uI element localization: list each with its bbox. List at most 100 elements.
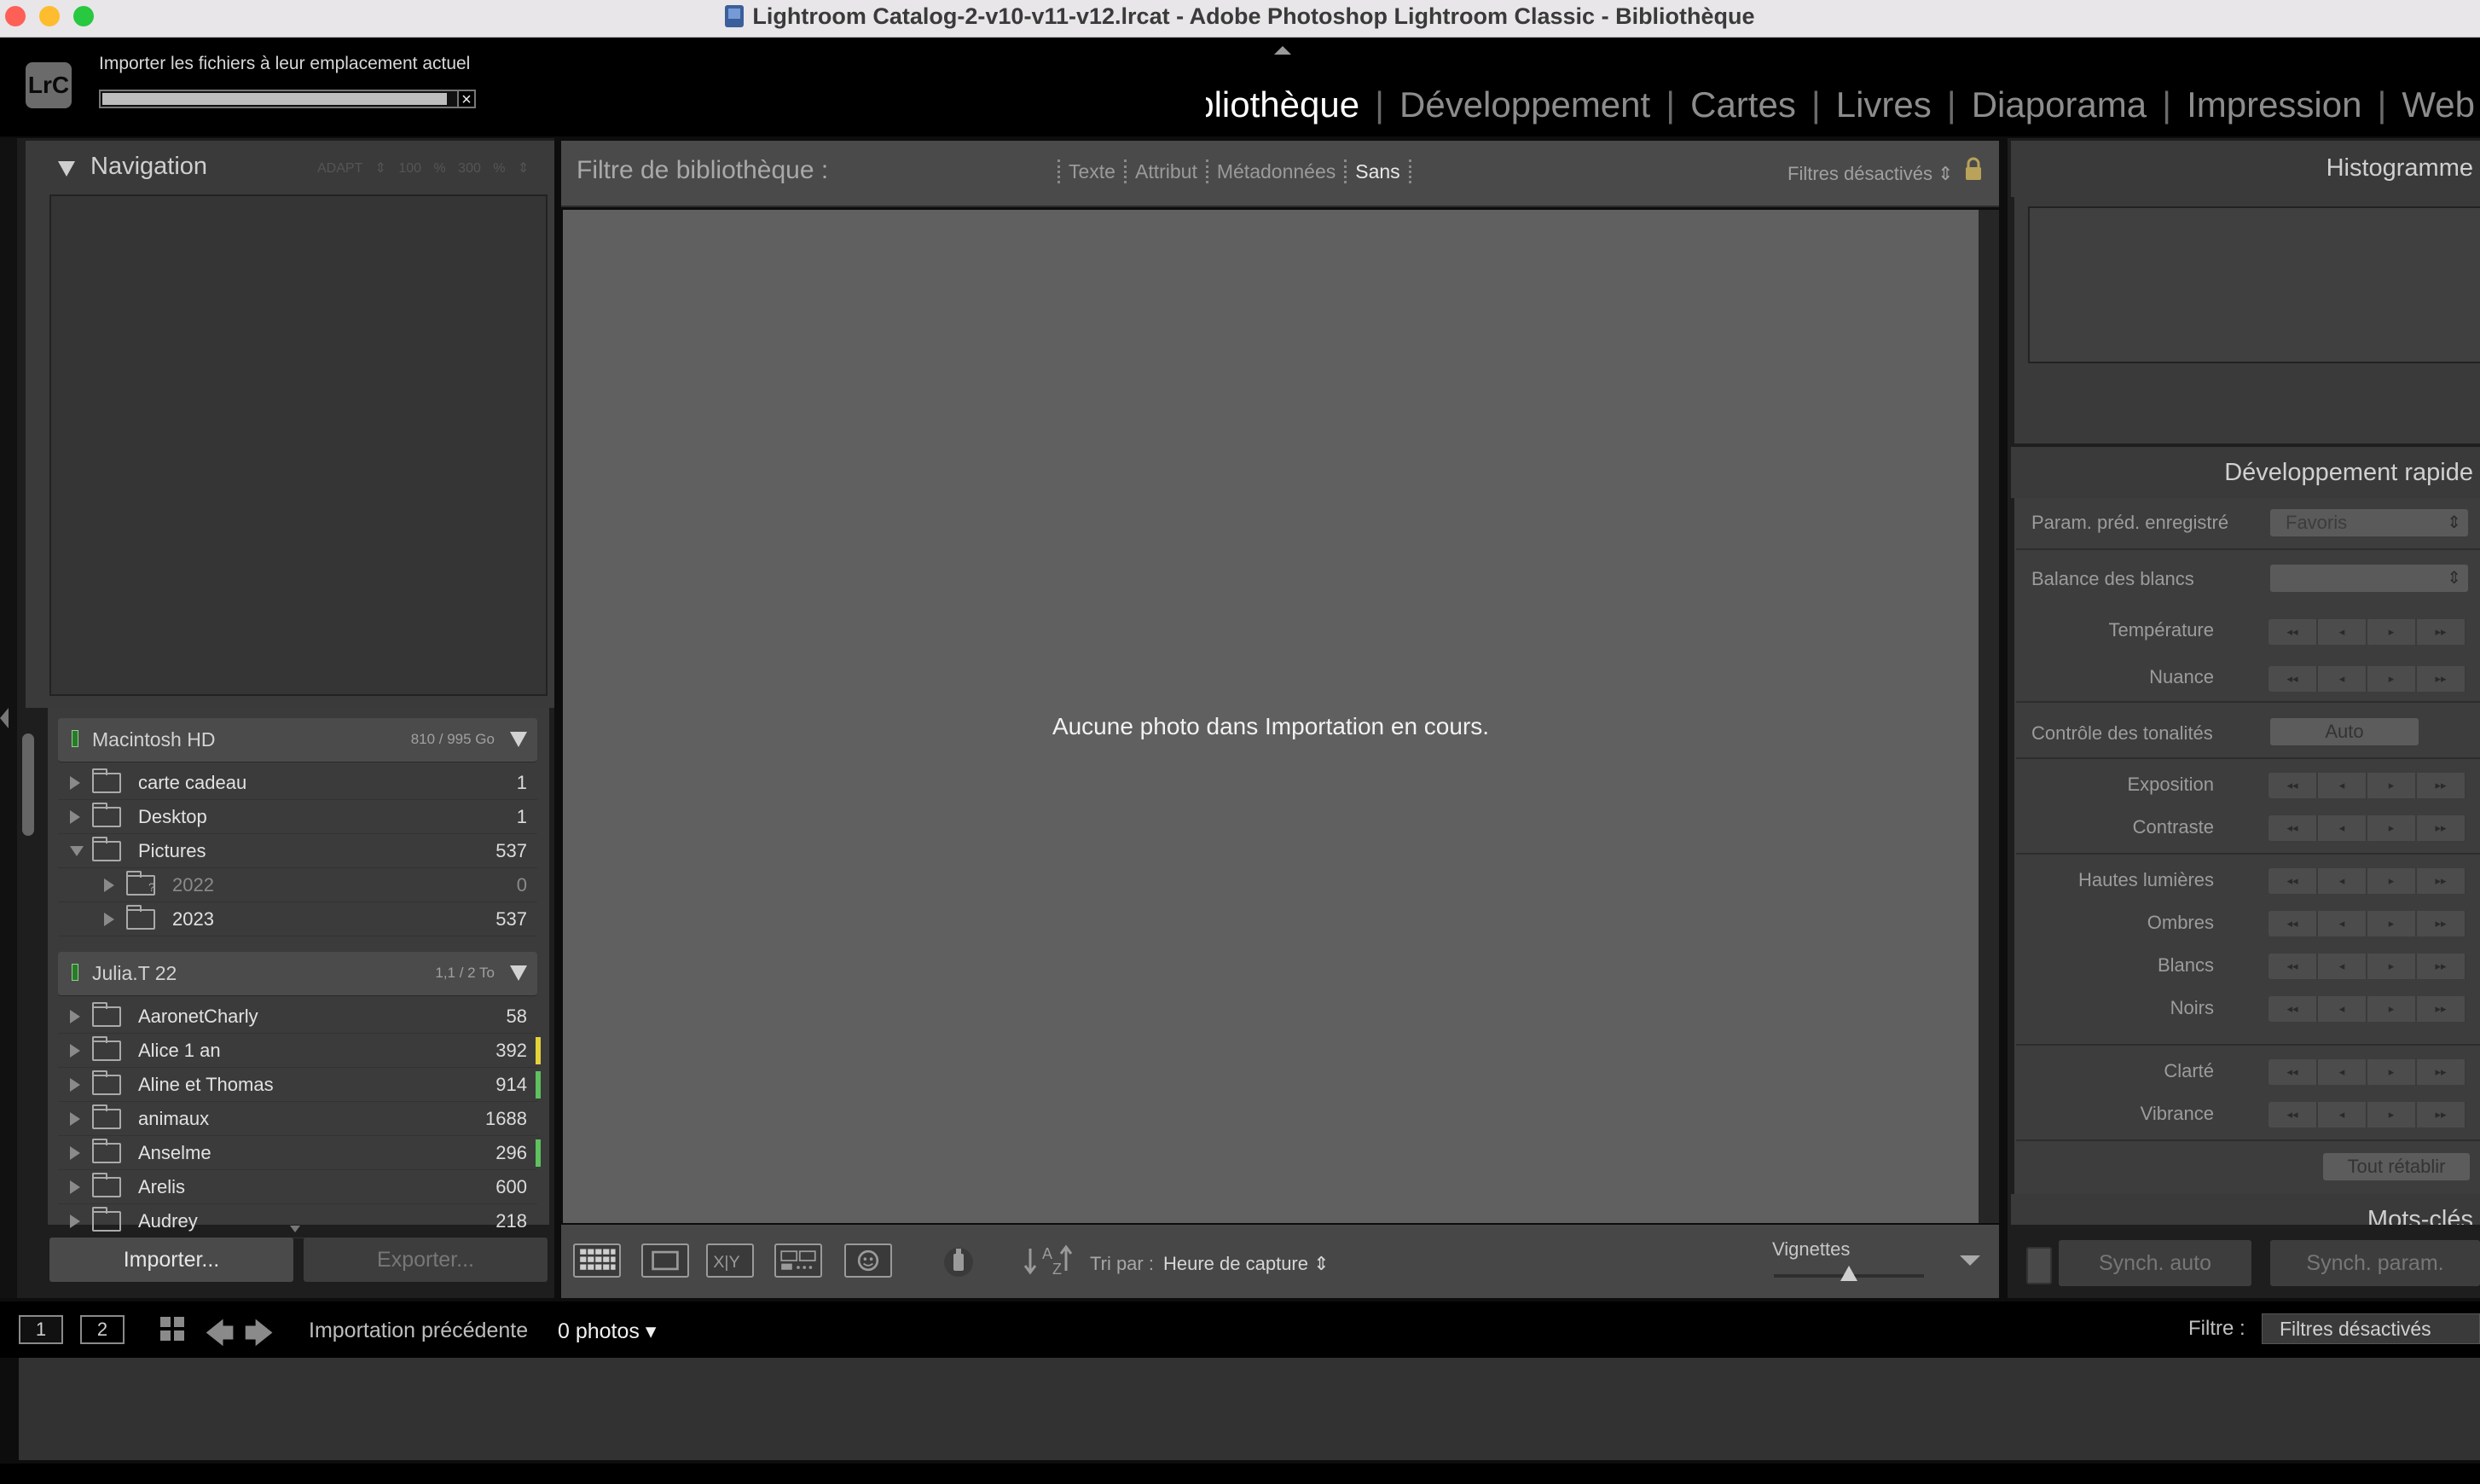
- import-button[interactable]: Importer...: [49, 1238, 293, 1282]
- large-decrease-icon[interactable]: ◂◂: [2269, 773, 2318, 798]
- folder-row[interactable]: Desktop 1: [58, 800, 537, 834]
- large-increase-icon[interactable]: ▸▸: [2417, 666, 2466, 692]
- main-screen-button[interactable]: 1: [19, 1315, 63, 1344]
- folder-row[interactable]: AaronetCharly 58: [58, 1000, 537, 1034]
- decrease-icon[interactable]: ◂: [2318, 868, 2367, 894]
- disclosure-triangle-icon[interactable]: [70, 846, 84, 856]
- sync-settings-button[interactable]: Synch. param.: [2270, 1240, 2480, 1286]
- export-button[interactable]: Exporter...: [304, 1238, 548, 1282]
- volume-header[interactable]: Julia.T 22 1,1 / 2 To: [58, 952, 537, 996]
- top-panel-toggle-icon[interactable]: [1274, 46, 1291, 55]
- grid-mode-icon[interactable]: [160, 1317, 186, 1342]
- large-increase-icon[interactable]: ▸▸: [2417, 1102, 2466, 1127]
- painter-spray-icon[interactable]: [943, 1240, 974, 1281]
- toolbar-content-menu-icon[interactable]: [1960, 1255, 1980, 1266]
- quick-develop-header[interactable]: Développement rapide: [2011, 447, 2480, 498]
- disclosure-triangle-icon[interactable]: [70, 1214, 80, 1228]
- increase-icon[interactable]: ▸: [2367, 619, 2417, 645]
- compare-view-icon[interactable]: X|Y: [706, 1243, 754, 1278]
- auto-tone-button[interactable]: Auto: [2270, 718, 2419, 745]
- decrease-icon[interactable]: ◂: [2318, 773, 2367, 798]
- whites-stepper[interactable]: ◂◂ ◂ ▸ ▸▸: [2269, 954, 2466, 979]
- increase-icon[interactable]: ▸: [2367, 815, 2417, 841]
- cancel-import-icon[interactable]: ×: [457, 90, 476, 108]
- large-decrease-icon[interactable]: ◂◂: [2269, 815, 2318, 841]
- large-increase-icon[interactable]: ▸▸: [2417, 815, 2466, 841]
- sync-toggle-switch[interactable]: [2026, 1247, 2052, 1284]
- volume-collapse-icon[interactable]: [510, 732, 527, 747]
- large-decrease-icon[interactable]: ◂◂: [2269, 996, 2318, 1022]
- histogram-header[interactable]: Histogramme: [2011, 141, 2480, 197]
- shadows-stepper[interactable]: ◂◂ ◂ ▸ ▸▸: [2269, 911, 2466, 936]
- disclosure-triangle-icon[interactable]: [70, 810, 80, 824]
- large-decrease-icon[interactable]: ◂◂: [2269, 1059, 2318, 1085]
- disclosure-triangle-icon[interactable]: [104, 913, 114, 926]
- filter-preset-select[interactable]: Filtres désactivés ⇕: [1788, 163, 1954, 185]
- filter-tab-metadonnees[interactable]: Métadonnées: [1217, 160, 1336, 183]
- module-impression[interactable]: Impression: [2187, 79, 2361, 130]
- contrast-stepper[interactable]: ◂◂ ◂ ▸ ▸▸: [2269, 815, 2466, 841]
- folder-row[interactable]: 2023 537: [58, 902, 537, 936]
- decrease-icon[interactable]: ◂: [2318, 911, 2367, 936]
- increase-icon[interactable]: ▸: [2367, 868, 2417, 894]
- grid-view-icon[interactable]: [573, 1243, 621, 1278]
- decrease-icon[interactable]: ◂: [2318, 1059, 2367, 1085]
- vibrance-stepper[interactable]: ◂◂ ◂ ▸ ▸▸: [2269, 1102, 2466, 1127]
- survey-view-icon[interactable]: [774, 1243, 822, 1278]
- clarity-stepper[interactable]: ◂◂ ◂ ▸ ▸▸: [2269, 1059, 2466, 1085]
- reset-all-button[interactable]: Tout rétablir: [2323, 1153, 2470, 1180]
- large-decrease-icon[interactable]: ◂◂: [2269, 619, 2318, 645]
- module-cartes[interactable]: Cartes: [1690, 79, 1796, 130]
- decrease-icon[interactable]: ◂: [2318, 954, 2367, 979]
- increase-icon[interactable]: ▸: [2367, 1059, 2417, 1085]
- increase-icon[interactable]: ▸: [2367, 666, 2417, 692]
- large-decrease-icon[interactable]: ◂◂: [2269, 911, 2318, 936]
- sort-direction-icon[interactable]: A Z: [1022, 1242, 1076, 1279]
- folder-row[interactable]: carte cadeau 1: [58, 766, 537, 800]
- module-livres[interactable]: Livres: [1836, 79, 1932, 130]
- decrease-icon[interactable]: ◂: [2318, 666, 2367, 692]
- disclosure-triangle-icon[interactable]: [70, 1180, 80, 1194]
- large-increase-icon[interactable]: ▸▸: [2417, 911, 2466, 936]
- filter-tab-texte[interactable]: Texte: [1069, 160, 1115, 183]
- large-increase-icon[interactable]: ▸▸: [2417, 954, 2466, 979]
- module-web[interactable]: Web: [2402, 79, 2475, 130]
- folder-row[interactable]: Anselme 296: [58, 1136, 541, 1170]
- increase-icon[interactable]: ▸: [2367, 954, 2417, 979]
- disclosure-triangle-icon[interactable]: [70, 776, 80, 790]
- keywords-header[interactable]: Mots-clés: [2011, 1194, 2480, 1225]
- people-view-icon[interactable]: [844, 1243, 892, 1278]
- grid-scrollbar[interactable]: [1979, 210, 1999, 1223]
- folder-row[interactable]: Audrey 218: [58, 1204, 537, 1238]
- disclosure-triangle-icon[interactable]: [104, 878, 114, 892]
- filmstrip-filter-select[interactable]: Filtres désactivés: [2262, 1313, 2480, 1344]
- tint-stepper[interactable]: ◂◂ ◂ ▸ ▸▸: [2269, 666, 2466, 692]
- large-increase-icon[interactable]: ▸▸: [2417, 996, 2466, 1022]
- folder-row[interactable]: Aline et Thomas 914: [58, 1068, 541, 1102]
- increase-icon[interactable]: ▸: [2367, 1102, 2417, 1127]
- folder-row[interactable]: Alice 1 an 392: [58, 1034, 541, 1068]
- folder-row[interactable]: Pictures 537: [58, 834, 537, 868]
- white-balance-select[interactable]: [2270, 565, 2468, 592]
- large-increase-icon[interactable]: ▸▸: [2417, 773, 2466, 798]
- volume-header[interactable]: Macintosh HD 810 / 995 Go: [58, 718, 537, 762]
- grid-view[interactable]: Aucune photo dans Importation en cours.: [563, 210, 1979, 1223]
- large-increase-icon[interactable]: ▸▸: [2417, 619, 2466, 645]
- large-decrease-icon[interactable]: ◂◂: [2269, 868, 2318, 894]
- filter-tab-sans[interactable]: Sans: [1355, 160, 1399, 183]
- loupe-view-icon[interactable]: [641, 1243, 689, 1278]
- exposure-stepper[interactable]: ◂◂ ◂ ▸ ▸▸: [2269, 773, 2466, 798]
- filmstrip[interactable]: [19, 1358, 2480, 1460]
- lock-icon[interactable]: [1963, 156, 1984, 182]
- folder-row[interactable]: 2022 0?: [58, 868, 537, 902]
- saved-preset-select[interactable]: Favoris: [2270, 509, 2468, 536]
- sort-order-select[interactable]: Heure de capture ⇕: [1163, 1253, 1330, 1275]
- left-panel-scrollbar[interactable]: [22, 733, 34, 836]
- volume-collapse-icon[interactable]: [510, 965, 527, 981]
- decrease-icon[interactable]: ◂: [2318, 996, 2367, 1022]
- increase-icon[interactable]: ▸: [2367, 996, 2417, 1022]
- disclosure-triangle-icon[interactable]: [70, 1112, 80, 1126]
- decrease-icon[interactable]: ◂: [2318, 1102, 2367, 1127]
- filter-tab-attribut[interactable]: Attribut: [1135, 160, 1197, 183]
- forward-arrow-icon[interactable]: 🡆: [244, 1313, 274, 1362]
